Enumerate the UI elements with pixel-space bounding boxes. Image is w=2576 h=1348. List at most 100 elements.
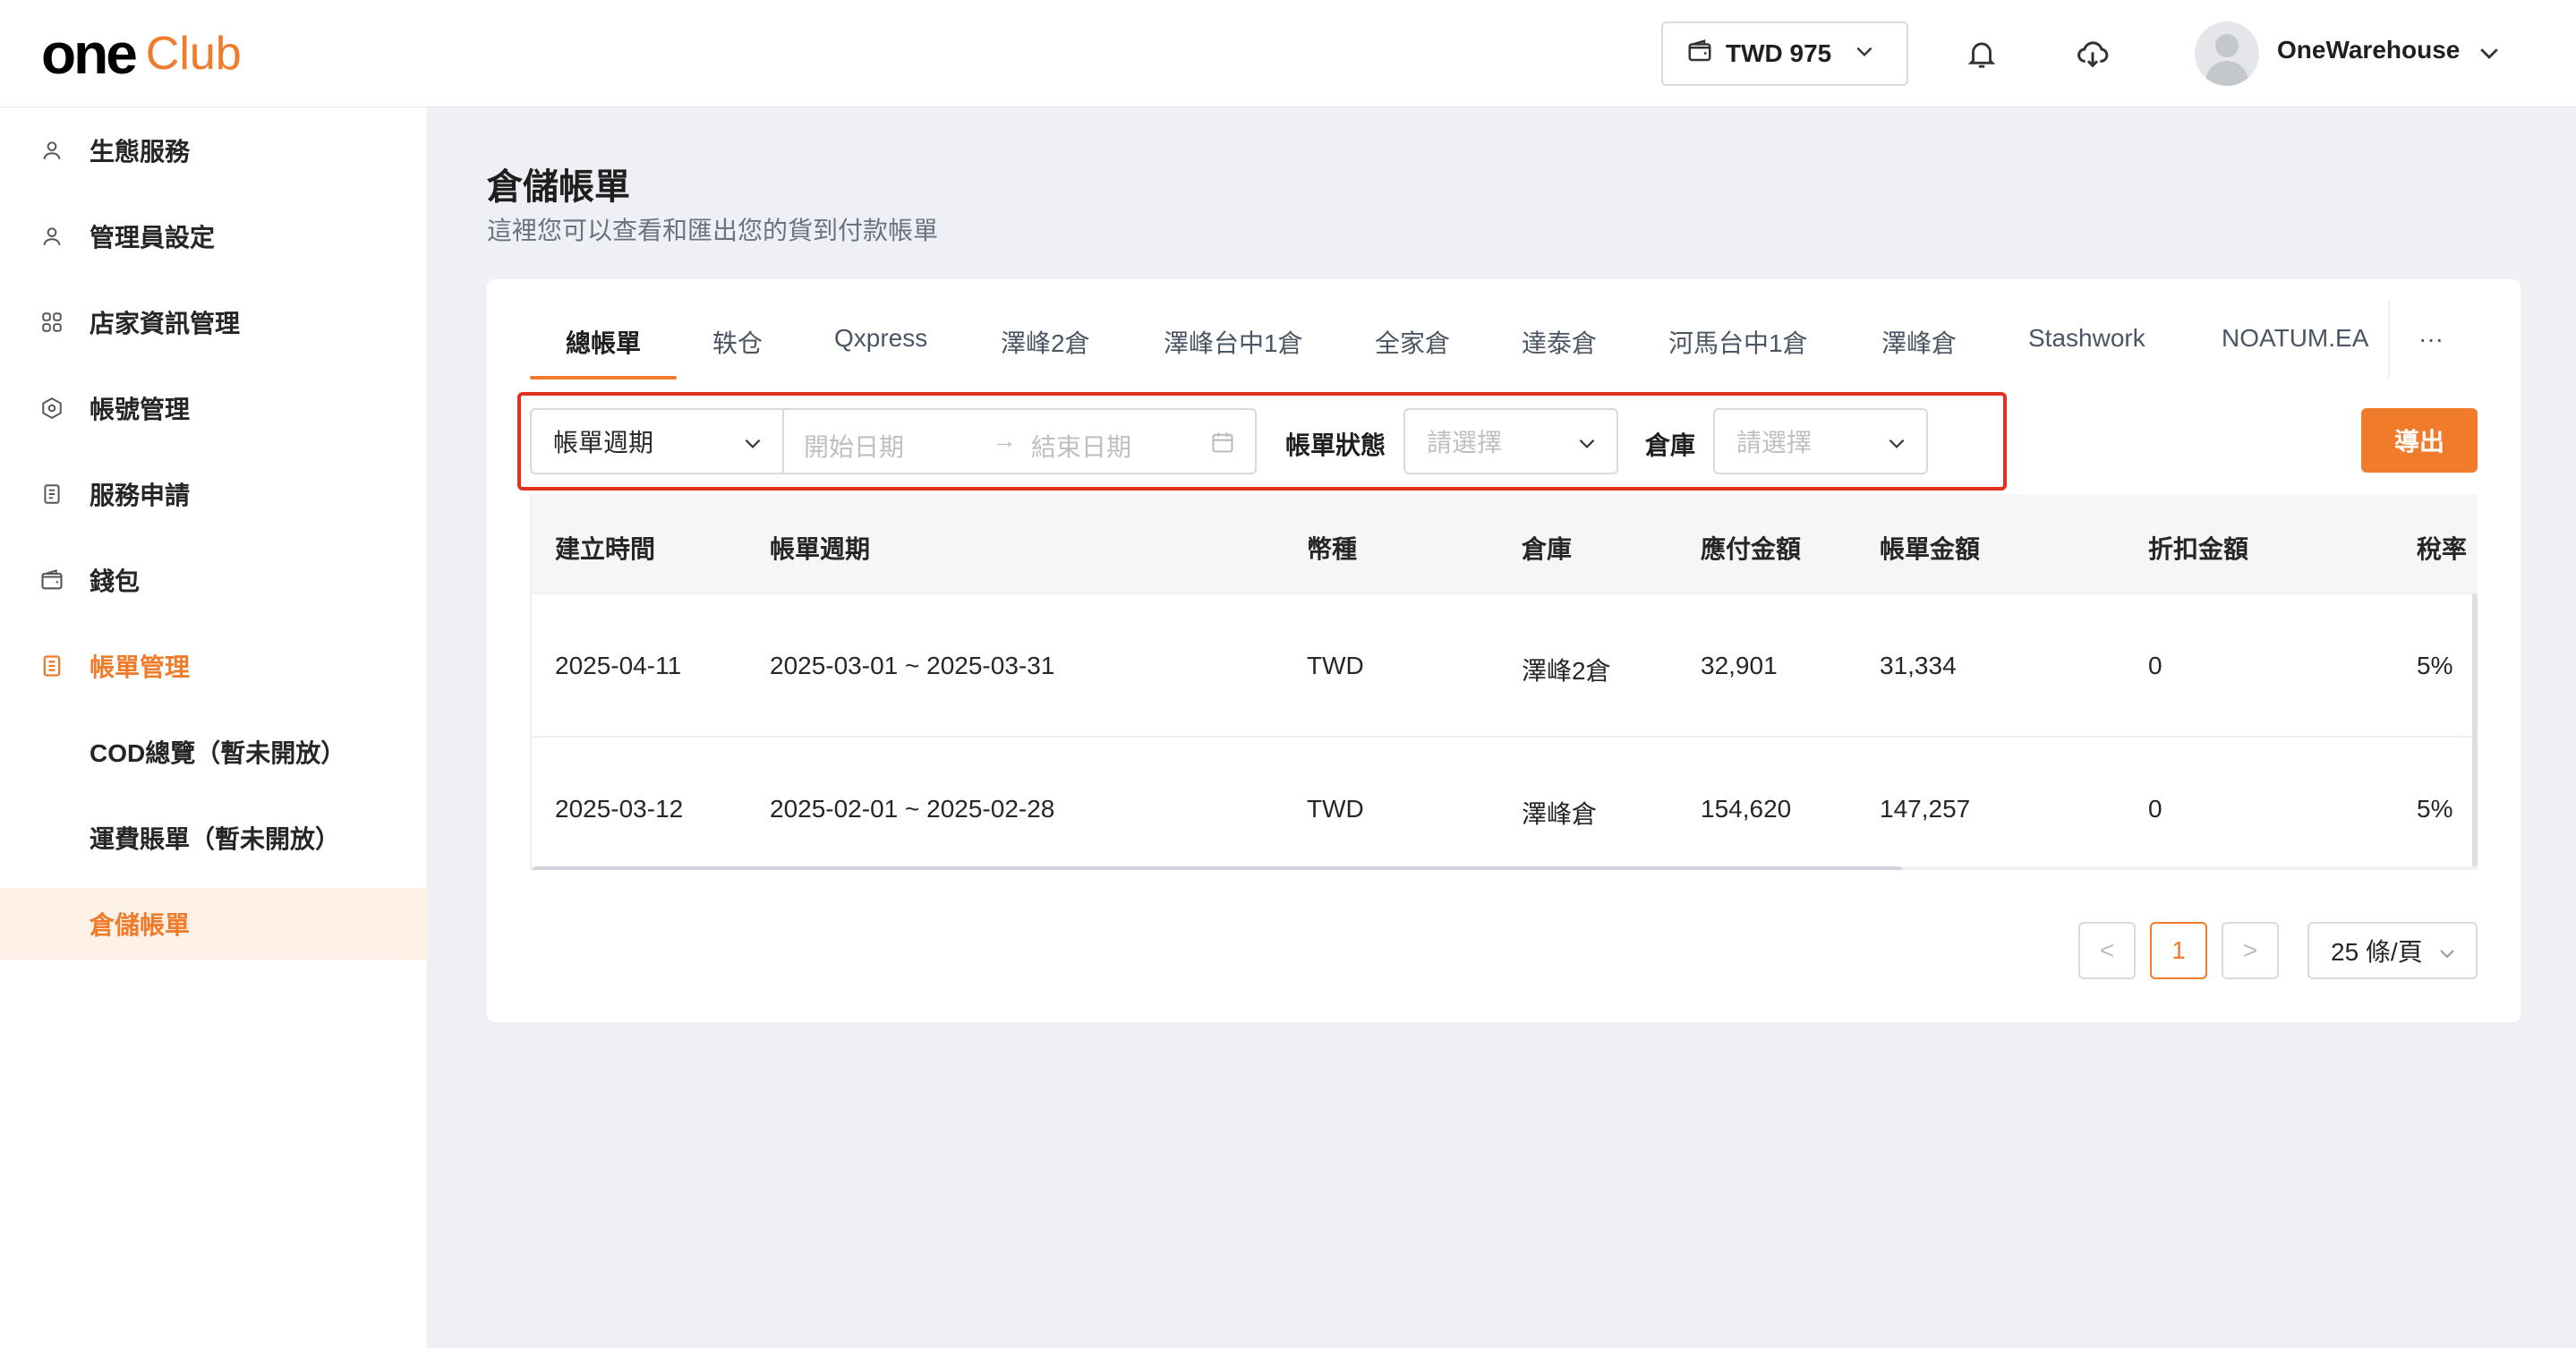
wallet-icon [38,566,66,594]
column-header: 幣種 [1307,535,1358,563]
chevron-down-icon[interactable] [2476,39,2503,71]
sidebar-subitem-label: 運費賬單（暫未開放） [90,825,341,853]
user-name[interactable]: OneWarehouse [2277,36,2460,64]
sidebar-subitem-warehouse-bill[interactable]: 倉儲帳單 [0,888,428,960]
column-header: 折扣金額 [2148,535,2249,563]
top-header: one Club TWD 975 OneWarehouse [0,0,2576,107]
tab-all-bills[interactable]: 總帳單 [566,324,641,360]
sidebar-item-ecosystem[interactable]: 生態服務 [0,115,428,186]
chevron-down-icon [741,431,764,461]
cell-bill-amount: 31,334 [1880,652,1957,679]
cell-tax-rate: 5% [2417,652,2453,679]
cell-bill-period: 2025-03-01 ~ 2025-03-31 [770,652,1055,679]
sidebar-item-label: 生態服務 [90,138,191,166]
sidebar-item-label: 帳單管理 [90,653,191,681]
sidebar-item-service-request[interactable]: 服務申請 [0,458,428,530]
chevron-down-icon [1853,39,1876,69]
oneclub-logo[interactable]: one Club [41,25,242,82]
cell-bill-period: 2025-02-01 ~ 2025-02-28 [770,795,1055,823]
sidebar-item-billing[interactable]: 帳單管理 [0,630,428,702]
tab-warehouse[interactable]: 達泰倉 [1522,324,1597,360]
sidebar-subitem-label: COD總覽（暫未開放） [90,739,346,767]
next-page-button[interactable]: > [2222,922,2279,979]
sidebar-item-wallet[interactable]: 錢包 [0,544,428,616]
chevron-down-icon [1885,431,1908,461]
tab-warehouse[interactable]: Qxpress [834,324,927,353]
sidebar-item-label: 店家資訊管理 [90,310,241,337]
period-type-select[interactable]: 帳單週期 [530,408,784,474]
cell-currency: TWD [1307,795,1364,823]
sidebar-item-store-info[interactable]: 店家資訊管理 [0,286,428,358]
page-title: 倉儲帳單 [487,167,630,207]
end-date-input[interactable]: 結束日期 [1031,428,1131,464]
sidebar-item-admin-settings[interactable]: 管理員設定 [0,200,428,272]
start-date-input[interactable]: 開始日期 [804,428,904,464]
cell-discount-amount: 0 [2148,652,2162,679]
table-row[interactable]: 2025-04-11 2025-03-01 ~ 2025-03-31 TWD 澤… [532,594,2478,738]
tab-warehouse[interactable]: 澤峰倉 [1881,324,1957,360]
bill-status-label: 帳單狀態 [1285,431,1386,459]
tab-warehouse[interactable]: Stashwork [2028,324,2145,353]
document-icon [38,480,66,508]
prev-page-button[interactable]: < [2078,922,2136,979]
sidebar-item-label: 管理員設定 [90,224,216,252]
export-button[interactable]: 導出 [2361,408,2478,473]
cell-bill-amount: 147,257 [1880,795,1971,823]
apps-icon [38,308,66,337]
warehouse-placeholder: 請選擇 [1736,429,1813,456]
page-number-button[interactable]: 1 [2150,922,2207,979]
bill-status-select[interactable]: 請選擇 [1403,408,1618,474]
date-range-picker[interactable]: 開始日期 → 結束日期 [782,408,1257,474]
tab-warehouse[interactable]: 河馬台中1倉 [1668,324,1808,360]
chevron-down-icon [2436,942,2458,970]
cell-payable-amount: 154,620 [1701,795,1792,823]
cell-payable-amount: 32,901 [1701,652,1778,679]
vertical-scrollbar[interactable] [2472,594,2478,870]
tab-more-button[interactable]: ··· [2388,301,2472,378]
tab-warehouse[interactable]: 轶仓 [712,324,763,360]
warehouse-label: 倉庫 [1645,431,1696,459]
page-size-select[interactable]: 25 條/頁 [2307,922,2478,979]
chevron-down-icon [1575,431,1599,461]
column-header: 帳單金額 [1880,535,1981,563]
bill-icon [38,652,66,680]
user-icon [38,222,66,251]
avatar[interactable] [2195,21,2259,86]
warehouse-select[interactable]: 請選擇 [1713,408,1928,474]
column-header: 建立時間 [555,535,656,563]
cell-warehouse: 澤峰2倉 [1522,657,1611,685]
tab-warehouse[interactable]: 全家倉 [1375,324,1450,360]
page-subtitle: 這裡您可以查看和匯出您的貨到付款帳單 [487,217,939,244]
sidebar-item-label: 錢包 [90,567,141,595]
cloud-download-icon[interactable] [2073,34,2112,73]
column-header: 稅率 [2417,535,2468,563]
cell-created-date: 2025-04-11 [555,652,682,679]
tab-warehouse[interactable]: NOATUM.EA [2222,324,2368,353]
cell-tax-rate: 5% [2417,795,2453,823]
wallet-balance-label: TWD 975 [1726,39,1832,67]
bell-icon[interactable] [1962,34,2001,73]
sidebar-subitem-cod-overview[interactable]: COD總覽（暫未開放） [0,716,428,788]
horizontal-scrollbar[interactable] [532,866,2478,870]
wallet-balance-button[interactable]: TWD 975 [1661,21,1908,86]
sidebar-subitem-label: 倉儲帳單 [90,911,191,939]
sidebar-subitem-shipping-bill[interactable]: 運費賬單（暫未開放） [0,802,428,874]
column-header: 應付金額 [1701,535,1802,563]
sidebar-item-label: 服務申請 [90,482,191,509]
horizontal-scrollbar-thumb[interactable] [532,866,1903,870]
sidebar-item-label: 帳號管理 [90,396,191,423]
table-row[interactable]: 2025-03-12 2025-02-01 ~ 2025-02-28 TWD 澤… [532,738,2478,870]
arrow-right-icon: → [992,426,1017,454]
page-size-value: 25 條/頁 [2331,938,2423,966]
cell-warehouse: 澤峰倉 [1522,800,1598,828]
bill-status-placeholder: 請選擇 [1427,429,1503,456]
column-header: 帳單週期 [770,535,871,563]
bill-card: 總帳單 轶仓 Qxpress 澤峰2倉 澤峰台中1倉 全家倉 達泰倉 河馬台中1… [487,279,2521,1022]
user-icon [38,136,66,165]
bill-table: 建立時間 帳單週期 幣種 倉庫 應付金額 帳單金額 折扣金額 稅率 2025-0… [530,494,2478,870]
tab-warehouse[interactable]: 澤峰台中1倉 [1164,324,1303,360]
column-header: 倉庫 [1522,535,1573,563]
tab-warehouse[interactable]: 澤峰2倉 [1001,324,1090,360]
period-type-value: 帳單週期 [553,429,654,456]
sidebar-item-account[interactable]: 帳號管理 [0,372,428,444]
